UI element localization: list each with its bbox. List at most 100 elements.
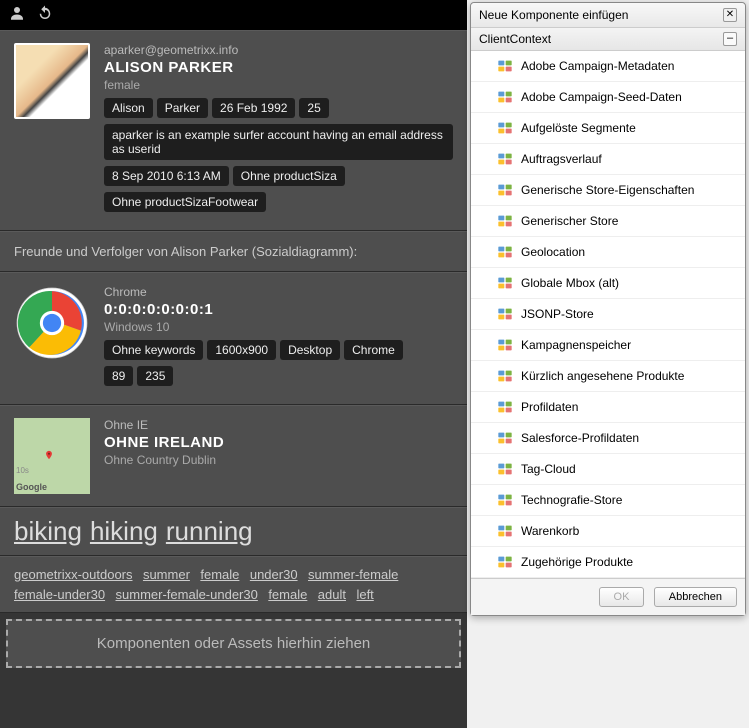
browser-pills-2: 89235	[104, 366, 453, 386]
profile-pills-2: 8 Sep 2010 6:13 AMOhne productSiza	[104, 166, 453, 186]
tag[interactable]: female-under30	[14, 585, 105, 605]
dialog-group-label: ClientContext	[479, 32, 551, 46]
tag[interactable]: summer-female	[308, 565, 398, 585]
component-item[interactable]: Kürzlich angesehene Produkte	[471, 361, 745, 392]
dialog-titlebar[interactable]: Neue Komponente einfügen ✕	[471, 3, 745, 28]
tag[interactable]: hiking	[90, 516, 158, 547]
component-item[interactable]: Tag-Cloud	[471, 454, 745, 485]
component-item[interactable]: Profildaten	[471, 392, 745, 423]
profile-description: aparker is an example surfer account hav…	[104, 124, 453, 160]
browser-card[interactable]: Chrome 0:0:0:0:0:0:0:1 Windows 10 Ohne k…	[0, 272, 467, 405]
toolbar	[0, 0, 467, 30]
component-label: Generischer Store	[521, 214, 618, 228]
browser-name: Chrome	[104, 285, 453, 299]
pill: Desktop	[280, 340, 340, 360]
big-tags-card[interactable]: biking hiking running	[0, 507, 467, 556]
component-item[interactable]: Adobe Campaign-Seed-Daten	[471, 82, 745, 113]
component-label: Tag-Cloud	[521, 462, 576, 476]
component-label: Globale Mbox (alt)	[521, 276, 619, 290]
tag[interactable]: summer-female-under30	[116, 585, 258, 605]
tag[interactable]: female	[268, 585, 307, 605]
pill: 26 Feb 1992	[212, 98, 295, 118]
pill: 1600x900	[207, 340, 276, 360]
close-icon[interactable]: ✕	[723, 8, 737, 22]
tag[interactable]: biking	[14, 516, 82, 547]
cancel-button[interactable]: Abbrechen	[654, 587, 737, 607]
pill: Alison	[104, 98, 153, 118]
component-label: Kampagnenspeicher	[521, 338, 631, 352]
component-label: Salesforce-Profildaten	[521, 431, 639, 445]
component-label: Profildaten	[521, 400, 578, 414]
profile-pills-3: Ohne productSizaFootwear	[104, 192, 453, 212]
browser-pills-1: Ohne keywords1600x900DesktopChrome	[104, 340, 453, 360]
browser-ip: 0:0:0:0:0:0:0:1	[104, 301, 453, 318]
component-item[interactable]: Globale Mbox (alt)	[471, 268, 745, 299]
dialog-group-header[interactable]: ClientContext –	[471, 28, 745, 51]
component-label: Zugehörige Produkte	[521, 555, 633, 569]
profile-pills-1: AlisonParker26 Feb 199225	[104, 98, 453, 118]
context-panel: aparker@geometrixx.info ALISON PARKER fe…	[0, 0, 467, 728]
tag[interactable]: left	[356, 585, 373, 605]
component-label: Kürzlich angesehene Produkte	[521, 369, 684, 383]
tag[interactable]: running	[166, 516, 253, 547]
component-item[interactable]: Auftragsverlauf	[471, 144, 745, 175]
ok-button[interactable]: OK	[599, 587, 645, 607]
browser-os: Windows 10	[104, 320, 453, 334]
component-list: Adobe Campaign-Metadaten Adobe Campaign-S…	[471, 51, 745, 578]
geo-line1: Ohne IE	[104, 418, 453, 432]
profile-email: aparker@geometrixx.info	[104, 43, 453, 57]
geo-card[interactable]: 10s Google Ohne IE OHNE IRELAND Ohne Cou…	[0, 405, 467, 507]
social-caption: Freunde und Verfolger von Alison Parker …	[0, 231, 467, 272]
tag[interactable]: geometrixx-outdoors	[14, 565, 133, 585]
pill: Ohne productSiza	[233, 166, 345, 186]
dialog-title: Neue Komponente einfügen	[479, 8, 628, 22]
avatar	[14, 43, 90, 119]
dialog-buttons: OK Abbrechen	[471, 578, 745, 615]
pill: Ohne keywords	[104, 340, 203, 360]
pill: 235	[137, 366, 173, 386]
component-item[interactable]: Aufgelöste Segmente	[471, 113, 745, 144]
component-label: Generische Store-Eigenschaften	[521, 183, 694, 197]
user-icon[interactable]	[8, 4, 26, 27]
component-item[interactable]: Kampagnenspeicher	[471, 330, 745, 361]
profile-info: aparker@geometrixx.info ALISON PARKER fe…	[104, 43, 453, 218]
pill: Chrome	[344, 340, 403, 360]
component-item[interactable]: Generische Store-Eigenschaften	[471, 175, 745, 206]
component-label: Geolocation	[521, 245, 585, 259]
component-label: Technografie-Store	[521, 493, 622, 507]
component-item[interactable]: Warenkorb	[471, 516, 745, 547]
component-label: Auftragsverlauf	[521, 152, 602, 166]
component-label: Adobe Campaign-Metadaten	[521, 59, 674, 73]
component-label: Adobe Campaign-Seed-Daten	[521, 90, 682, 104]
component-item[interactable]: Generischer Store	[471, 206, 745, 237]
geo-line2: OHNE IRELAND	[104, 434, 453, 451]
tag[interactable]: adult	[318, 585, 346, 605]
component-item[interactable]: JSONP-Store	[471, 299, 745, 330]
reset-icon[interactable]	[36, 4, 54, 27]
component-item[interactable]: Technografie-Store	[471, 485, 745, 516]
profile-card[interactable]: aparker@geometrixx.info ALISON PARKER fe…	[0, 30, 467, 231]
browser-info: Chrome 0:0:0:0:0:0:0:1 Windows 10 Ohne k…	[104, 285, 453, 392]
pill: Ohne productSizaFootwear	[104, 192, 266, 212]
small-tags-card[interactable]: geometrixx-outdoors summer female under3…	[0, 556, 467, 613]
tag[interactable]: under30	[250, 565, 298, 585]
pill: 8 Sep 2010 6:13 AM	[104, 166, 229, 186]
tag[interactable]: female	[200, 565, 239, 585]
component-item[interactable]: Adobe Campaign-Metadaten	[471, 51, 745, 82]
component-item[interactable]: Zugehörige Produkte	[471, 547, 745, 578]
component-item[interactable]: Geolocation	[471, 237, 745, 268]
insert-component-dialog: Neue Komponente einfügen ✕ ClientContext…	[470, 2, 746, 616]
component-label: Warenkorb	[521, 524, 579, 538]
pill: Parker	[157, 98, 208, 118]
tag[interactable]: summer	[143, 565, 190, 585]
pill: 89	[104, 366, 133, 386]
profile-gender: female	[104, 78, 453, 92]
map-icon: 10s Google	[14, 418, 90, 494]
drop-zone[interactable]: Komponenten oder Assets hierhin ziehen	[6, 619, 461, 668]
geo-line3: Ohne Country Dublin	[104, 453, 453, 467]
component-item[interactable]: Salesforce-Profildaten	[471, 423, 745, 454]
geo-info: Ohne IE OHNE IRELAND Ohne Country Dublin	[104, 418, 453, 494]
pill: 25	[299, 98, 328, 118]
component-label: JSONP-Store	[521, 307, 594, 321]
collapse-icon[interactable]: –	[723, 32, 737, 46]
